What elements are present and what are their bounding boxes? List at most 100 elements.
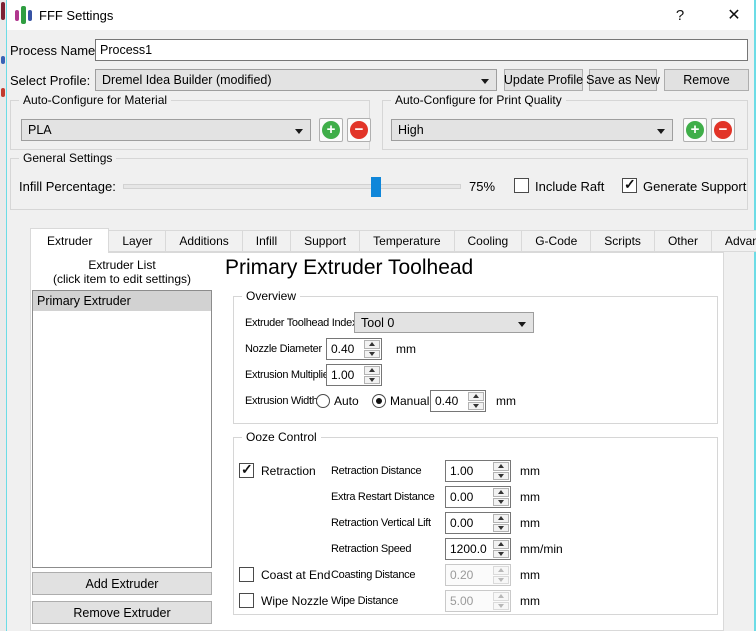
add-extruder-button[interactable]: Add Extruder bbox=[32, 572, 212, 595]
overview-group-title: Overview bbox=[242, 289, 300, 303]
retraction-vertical-lift-label: Retraction Vertical Lift bbox=[331, 512, 431, 534]
process-name-input[interactable] bbox=[95, 39, 748, 61]
plus-icon: + bbox=[686, 121, 704, 139]
spin-buttons bbox=[493, 566, 509, 584]
profile-dropdown[interactable]: Dremel Idea Builder (modified) bbox=[95, 69, 497, 91]
save-as-new-button[interactable]: Save as New bbox=[589, 69, 657, 91]
extrusion-width-manual-label: Manual bbox=[390, 390, 429, 412]
list-item[interactable]: Primary Extruder bbox=[33, 291, 211, 311]
extruder-list-title: Extruder List bbox=[32, 258, 212, 272]
retraction-distance-spinner[interactable]: 1.00 bbox=[445, 460, 511, 482]
auto-configure-material-group: Auto-Configure for Material PLA + − bbox=[10, 100, 370, 150]
coasting-distance-value: 0.20 bbox=[446, 565, 492, 585]
tab-support[interactable]: Support bbox=[291, 230, 360, 252]
toolhead-index-dropdown[interactable]: Tool 0 bbox=[354, 312, 534, 333]
minus-icon: − bbox=[714, 121, 732, 139]
nozzle-diameter-label: Nozzle Diameter bbox=[245, 338, 322, 360]
toolhead-index-value: Tool 0 bbox=[361, 316, 394, 330]
material-dropdown[interactable]: PLA bbox=[21, 119, 311, 141]
tab-extruder[interactable]: Extruder bbox=[30, 228, 109, 253]
tab-scripts[interactable]: Scripts bbox=[591, 230, 655, 252]
general-settings-title: General Settings bbox=[19, 151, 116, 165]
extrusion-width-manual-radio[interactable] bbox=[372, 394, 386, 408]
spin-up-icon[interactable] bbox=[493, 462, 509, 471]
process-name-label: Process Name: bbox=[10, 39, 99, 61]
infill-percentage-label: Infill Percentage: bbox=[19, 176, 116, 196]
remove-quality-button[interactable]: − bbox=[711, 118, 735, 142]
coast-at-end-checkbox[interactable] bbox=[239, 567, 254, 582]
background-logo-fragment bbox=[1, 2, 5, 20]
generate-support-checkbox[interactable] bbox=[622, 178, 637, 193]
extruder-listbox[interactable]: Primary Extruder bbox=[32, 290, 212, 568]
tab-cooling[interactable]: Cooling bbox=[455, 230, 523, 252]
help-button[interactable]: ? bbox=[665, 0, 695, 30]
minus-icon: − bbox=[350, 121, 368, 139]
spin-up-icon[interactable] bbox=[364, 340, 380, 349]
spin-down-icon[interactable] bbox=[493, 550, 509, 559]
titlebar: FFF Settings ? ✕ bbox=[7, 0, 754, 30]
spin-up-icon[interactable] bbox=[493, 566, 509, 575]
wipe-distance-spinner[interactable]: 5.00 bbox=[445, 590, 511, 612]
spin-down-icon[interactable] bbox=[493, 524, 509, 533]
retraction-vertical-lift-spinner[interactable]: 0.00 bbox=[445, 512, 511, 534]
tab-additions[interactable]: Additions bbox=[166, 230, 242, 252]
quality-dropdown[interactable]: High bbox=[391, 119, 673, 141]
close-icon[interactable]: ✕ bbox=[717, 0, 751, 30]
chevron-down-icon bbox=[295, 129, 303, 134]
general-settings-group: General Settings Infill Percentage: 75% … bbox=[10, 158, 748, 210]
spin-down-icon[interactable] bbox=[493, 602, 509, 611]
infill-slider-handle[interactable] bbox=[371, 177, 381, 197]
extruder-list-header: Extruder List (click item to edit settin… bbox=[32, 258, 212, 286]
add-quality-button[interactable]: + bbox=[683, 118, 707, 142]
spin-up-icon[interactable] bbox=[468, 392, 484, 401]
toolhead-index-label: Extruder Toolhead Index bbox=[245, 312, 357, 334]
spin-up-icon[interactable] bbox=[493, 592, 509, 601]
remove-extruder-button[interactable]: Remove Extruder bbox=[32, 601, 212, 624]
update-profile-button[interactable]: Update Profile bbox=[504, 69, 583, 91]
retraction-distance-unit: mm bbox=[520, 460, 540, 482]
tab-gcode[interactable]: G-Code bbox=[522, 230, 591, 252]
spin-up-icon[interactable] bbox=[493, 488, 509, 497]
wipe-nozzle-checkbox[interactable] bbox=[239, 593, 254, 608]
nozzle-diameter-spinner[interactable]: 0.40 bbox=[326, 338, 382, 360]
retraction-speed-unit: mm/min bbox=[520, 538, 563, 560]
spin-down-icon[interactable] bbox=[493, 472, 509, 481]
spin-buttons bbox=[493, 540, 509, 558]
extrusion-width-spinner[interactable]: 0.40 bbox=[430, 390, 486, 412]
infill-percentage-value: 75% bbox=[469, 176, 495, 196]
remove-profile-button[interactable]: Remove bbox=[664, 69, 749, 91]
coasting-distance-spinner[interactable]: 0.20 bbox=[445, 564, 511, 586]
profile-dropdown-value: Dremel Idea Builder (modified) bbox=[102, 73, 272, 87]
extrusion-width-auto-radio[interactable] bbox=[316, 394, 330, 408]
spin-down-icon[interactable] bbox=[493, 576, 509, 585]
remove-material-button[interactable]: − bbox=[347, 118, 371, 142]
tab-infill[interactable]: Infill bbox=[243, 230, 291, 252]
tab-advanced[interactable]: Advanced bbox=[712, 230, 756, 252]
spin-down-icon[interactable] bbox=[468, 402, 484, 411]
spin-up-icon[interactable] bbox=[364, 366, 380, 375]
extra-restart-distance-spinner[interactable]: 0.00 bbox=[445, 486, 511, 508]
extrusion-multiplier-label: Extrusion Multiplier bbox=[245, 364, 332, 386]
infill-slider[interactable] bbox=[123, 184, 461, 189]
spin-down-icon[interactable] bbox=[493, 498, 509, 507]
retraction-distance-value: 1.00 bbox=[446, 461, 492, 481]
extrusion-multiplier-value: 1.00 bbox=[327, 365, 363, 385]
window-title: FFF Settings bbox=[39, 0, 113, 30]
spin-down-icon[interactable] bbox=[364, 350, 380, 359]
auto-configure-quality-group: Auto-Configure for Print Quality High + … bbox=[382, 100, 748, 150]
extrusion-multiplier-spinner[interactable]: 1.00 bbox=[326, 364, 382, 386]
spin-up-icon[interactable] bbox=[493, 514, 509, 523]
screen: FFF Settings ? ✕ Process Name: Select Pr… bbox=[0, 0, 756, 631]
spin-down-icon[interactable] bbox=[364, 376, 380, 385]
include-raft-checkbox[interactable] bbox=[514, 178, 529, 193]
page-title: Primary Extruder Toolhead bbox=[225, 256, 473, 280]
tab-temperature[interactable]: Temperature bbox=[360, 230, 454, 252]
tab-layer[interactable]: Layer bbox=[109, 230, 166, 252]
add-material-button[interactable]: + bbox=[319, 118, 343, 142]
include-raft-label: Include Raft bbox=[535, 176, 604, 196]
retraction-checkbox[interactable] bbox=[239, 463, 254, 478]
tab-other[interactable]: Other bbox=[655, 230, 712, 252]
retraction-speed-spinner[interactable]: 1200.0 bbox=[445, 538, 511, 560]
extra-restart-distance-unit: mm bbox=[520, 486, 540, 508]
spin-up-icon[interactable] bbox=[493, 540, 509, 549]
